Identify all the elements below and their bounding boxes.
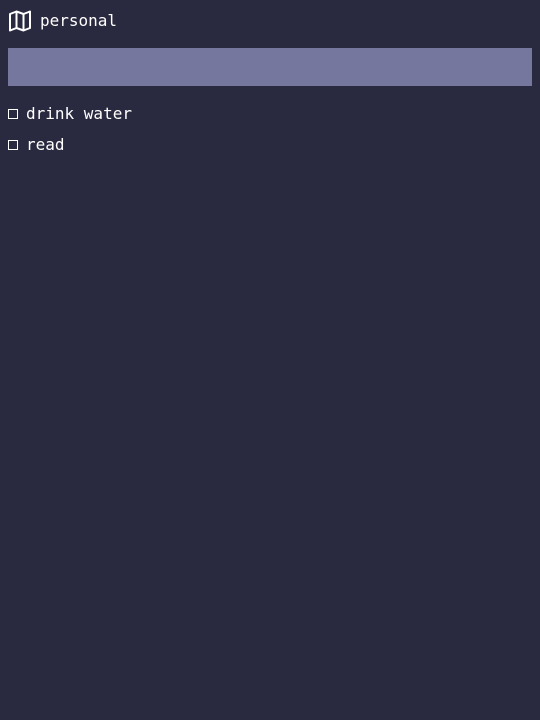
task-checkbox[interactable] [8,140,18,150]
list-header: personal [8,9,117,33]
task-checkbox[interactable] [8,109,18,119]
task-list: drink water read [8,102,132,164]
new-task-input[interactable] [8,48,532,86]
map-icon [8,9,32,33]
task-item[interactable]: drink water [8,102,132,126]
list-title: personal [40,11,118,30]
task-label: read [26,135,65,154]
task-item[interactable]: read [8,133,132,157]
task-label: drink water [26,104,132,123]
